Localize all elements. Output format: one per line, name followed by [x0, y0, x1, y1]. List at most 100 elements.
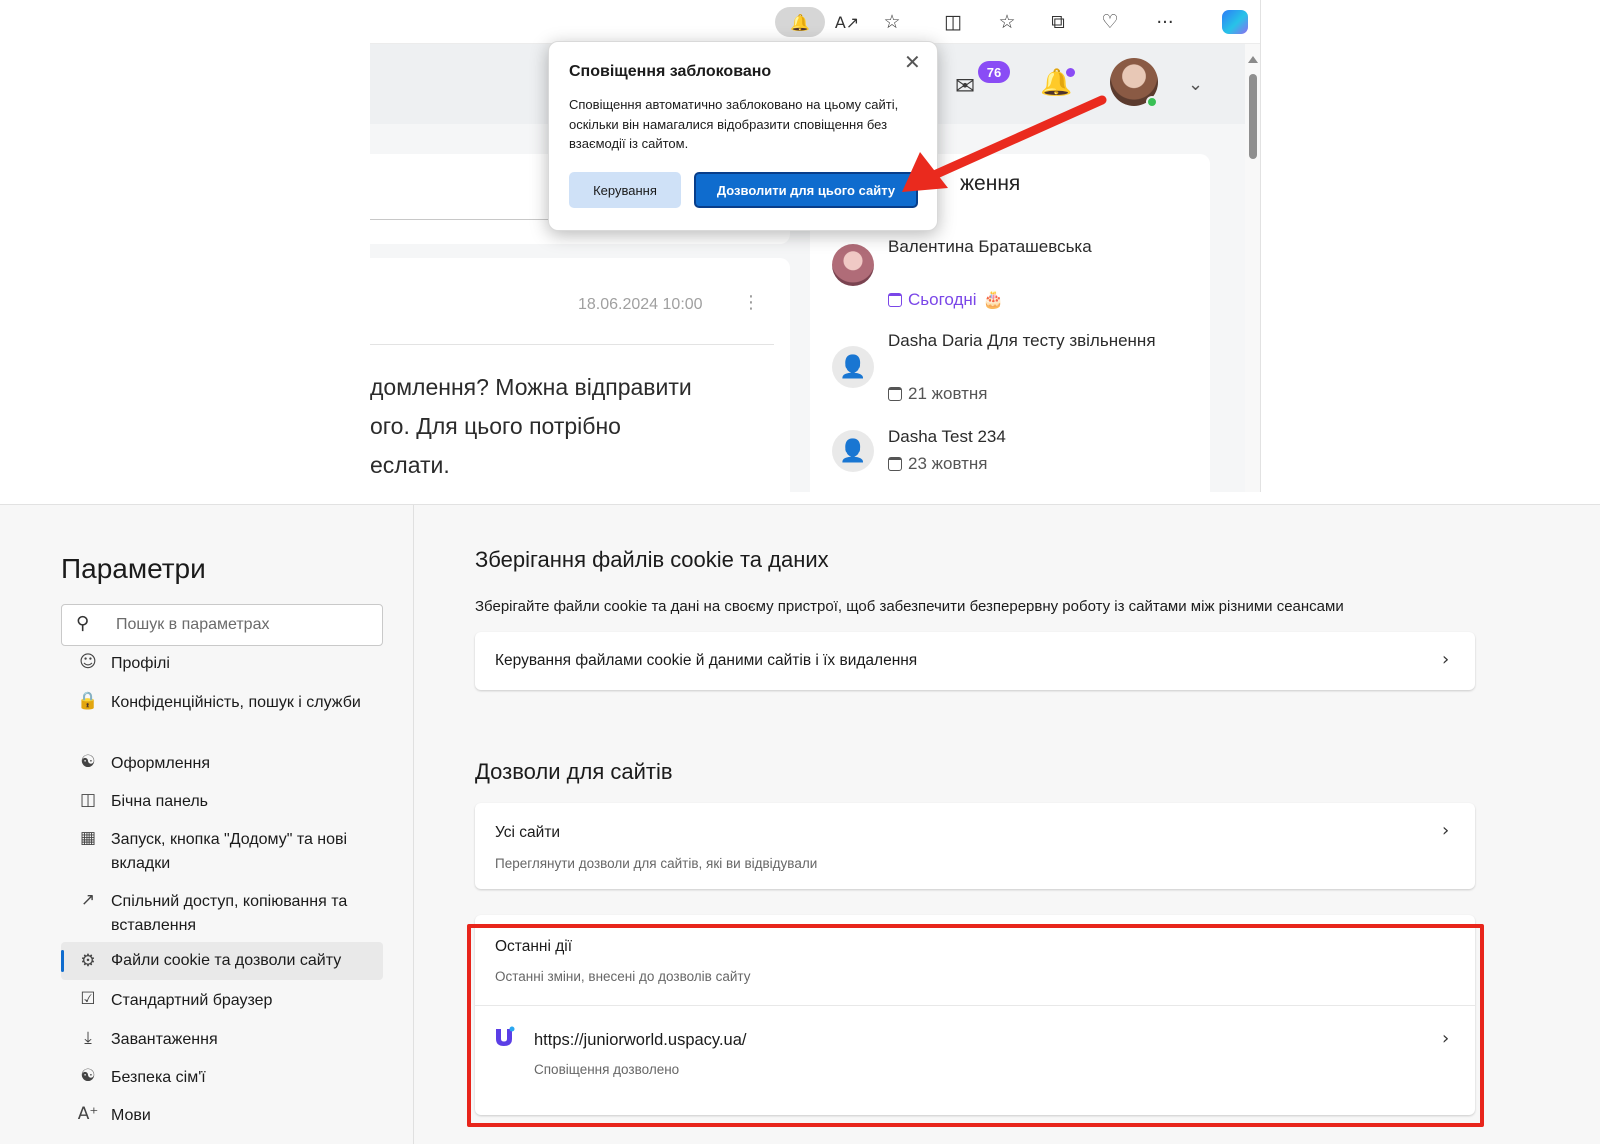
sidebar-item-family-safety[interactable]: ☯ Безпека сім'ї — [61, 1066, 383, 1096]
person-name: Валентина Браташевська — [888, 237, 1092, 256]
sidebar-item-label: Стандартний браузер — [111, 992, 273, 1009]
browser-essentials-icon[interactable]: ♡ — [1095, 9, 1125, 35]
sidebar-icon: ◫ — [79, 790, 97, 810]
sidebar-item-sidebar[interactable]: ◫ Бічна панель — [61, 790, 383, 820]
read-aloud-icon[interactable]: A↗ — [832, 9, 862, 35]
chevron-down-icon[interactable]: ⌄ — [1188, 74, 1203, 95]
settings-page: Параметри ⚲ Пошук в параметрах ☺ Профілі… — [0, 505, 1600, 1144]
person-birthday-date: Сьогодні 🎂 — [888, 290, 1004, 310]
row-label: Усі сайти — [495, 824, 561, 841]
search-icon: ⚲ — [76, 613, 90, 634]
default-browser-icon: ☑ — [80, 989, 96, 1009]
person-date-text: 21 жовтня — [908, 384, 988, 403]
person-date-text: Сьогодні — [908, 290, 977, 309]
sidebar-item-default-browser[interactable]: ☑ Стандартний браузер — [61, 989, 383, 1019]
split-screen-icon[interactable]: ◫ — [938, 9, 968, 35]
sidebar-item-start-home[interactable]: ▦ Запуск, кнопка "Додому" та нові вкладк… — [61, 828, 383, 880]
popup-title: Сповіщення заблоковано — [569, 63, 772, 80]
post-menu-icon[interactable]: ⋮ — [742, 292, 760, 313]
birthday-person[interactable]: Валентина Браташевська Сьогодні 🎂 — [832, 234, 1192, 314]
sidebar-item-label: Запуск, кнопка "Додому" та нові вкладки — [111, 831, 348, 872]
notifications-blocked-bell-icon[interactable]: 🔔 — [775, 7, 825, 37]
palette-icon: ☯ — [80, 752, 96, 772]
chevron-right-icon: › — [1442, 820, 1450, 841]
post-text: домлення? Можна відправити ого. Для цьог… — [370, 368, 790, 485]
sidebar-item-languages[interactable]: A⁺ Мови — [61, 1104, 383, 1134]
online-status-dot — [1146, 96, 1158, 108]
chevron-right-icon: › — [1442, 649, 1450, 670]
sidebar-item-privacy[interactable]: 🔒 Конфіденційність, пошук і служби — [61, 691, 383, 743]
scroll-up-arrow-icon[interactable] — [1248, 56, 1258, 63]
window-edge — [1260, 0, 1261, 492]
sidebar-item-label: Безпека сім'ї — [111, 1069, 206, 1086]
sidebar-divider — [413, 505, 414, 1144]
manage-button[interactable]: Керування — [569, 172, 681, 208]
sidebar-item-label: Файли cookie та дозволи сайту — [111, 952, 342, 969]
person-name: Dasha Daria Для тесту звільнення — [888, 331, 1156, 350]
collections-icon[interactable]: ⧉ — [1043, 9, 1073, 35]
favorite-star-icon[interactable]: ☆ — [877, 9, 907, 35]
all-sites-row[interactable]: Усі сайти Переглянути дозволи для сайтів… — [475, 803, 1475, 889]
sidebar-item-downloads[interactable]: ⤓ Завантаження — [61, 1028, 383, 1058]
calendar-icon — [888, 387, 902, 401]
scrollbar-thumb[interactable] — [1249, 74, 1257, 159]
post-text-line: еслати. — [370, 452, 450, 478]
sidebar-item-label: Завантаження — [111, 1031, 218, 1048]
close-icon[interactable]: ✕ — [904, 50, 921, 74]
family-icon: ☯ — [80, 1066, 96, 1086]
post-divider — [370, 344, 774, 345]
person-birthday-date: 21 жовтня — [888, 384, 988, 404]
annotation-arrow — [902, 95, 1107, 192]
permissions-heading: Дозволи для сайтів — [475, 759, 673, 784]
person-avatar — [832, 244, 874, 286]
sidebar-item-label: Бічна панель — [111, 793, 209, 810]
birthday-person[interactable]: 👤 Dasha Test 234 23 жовтня — [832, 424, 1192, 484]
browser-toolbar: 🔔 A↗ ☆ ◫ ☆ ⧉ ♡ ··· — [370, 0, 1260, 44]
person-name: Dasha Test 234 — [888, 427, 1006, 446]
download-icon: ⤓ — [84, 1028, 92, 1048]
sidebar-item-label: Спільний доступ, копіювання та вставленн… — [111, 893, 348, 934]
lock-icon: 🔒 — [77, 691, 99, 711]
popup-body: Сповіщення автоматично заблоковано на ць… — [569, 97, 899, 151]
active-indicator — [61, 950, 64, 972]
calendar-icon — [888, 293, 902, 307]
person-placeholder-avatar-icon: 👤 — [832, 430, 874, 472]
browser-screenshot: 🔔 A↗ ☆ ◫ ☆ ⧉ ♡ ··· ✉ 76 🔔 ⌄ 18.06.2024 1… — [0, 0, 1600, 505]
row-label: Керування файлами cookie й даними сайтів… — [495, 652, 918, 669]
row-sublabel: Переглянути дозволи для сайтів, які ви в… — [495, 856, 818, 871]
start-page-icon: ▦ — [79, 828, 97, 848]
sidebar-item-label: Профілі — [111, 655, 170, 672]
cake-icon: 🎂 — [982, 290, 1004, 309]
mail-count-badge: 76 — [978, 61, 1010, 83]
copilot-icon[interactable] — [1222, 10, 1248, 34]
search-placeholder: Пошук в параметрах — [116, 616, 270, 633]
sidebar-item-cookies-permissions[interactable]: ⚙ Файли cookie та дозволи сайту — [61, 942, 383, 980]
calendar-icon — [888, 457, 902, 471]
cookies-description: Зберігайте файли cookie та дані на своєм… — [475, 598, 1344, 615]
sidebar-item-label: Мови — [111, 1107, 151, 1124]
cookie-settings-icon: ⚙ — [80, 951, 96, 971]
post-text-line: домлення? Можна відправити — [370, 374, 692, 400]
languages-icon: A⁺ — [77, 1104, 99, 1124]
annotation-highlight-box — [467, 924, 1484, 1127]
sidebar-item-share-copy[interactable]: ↗ Спільний доступ, копіювання та вставле… — [61, 890, 383, 942]
settings-title: Параметри — [61, 553, 206, 584]
more-icon[interactable]: ··· — [1150, 9, 1180, 35]
sidebar-item-appearance[interactable]: ☯ Оформлення — [61, 752, 383, 782]
sidebar-item-label: Оформлення — [111, 755, 210, 772]
sidebar-item-profiles[interactable]: ☺ Профілі — [61, 652, 383, 682]
birthday-person[interactable]: 👤 Dasha Daria Для тесту звільнення 21 жо… — [832, 328, 1192, 408]
page-scrollbar[interactable] — [1245, 44, 1260, 492]
post-date: 18.06.2024 10:00 — [578, 296, 703, 313]
annotation-arrow-shaft — [927, 95, 1107, 181]
person-birthday-date: 23 жовтня — [888, 454, 988, 474]
favorites-list-icon[interactable]: ☆ — [992, 9, 1022, 35]
sidebar-item-label: Конфіденційність, пошук і служби — [111, 694, 361, 711]
post-text-line: ого. Для цього потрібно — [370, 413, 621, 439]
profile-icon: ☺ — [79, 652, 97, 672]
settings-search-input[interactable]: ⚲ Пошук в параметрах — [61, 604, 383, 646]
feed-post: 18.06.2024 10:00 ⋮ домлення? Можна відпр… — [370, 258, 790, 492]
cookies-heading: Зберігання файлів cookie та даних — [475, 547, 829, 572]
person-placeholder-avatar-icon: 👤 — [832, 346, 874, 388]
manage-cookies-row[interactable]: Керування файлами cookie й даними сайтів… — [475, 632, 1475, 690]
